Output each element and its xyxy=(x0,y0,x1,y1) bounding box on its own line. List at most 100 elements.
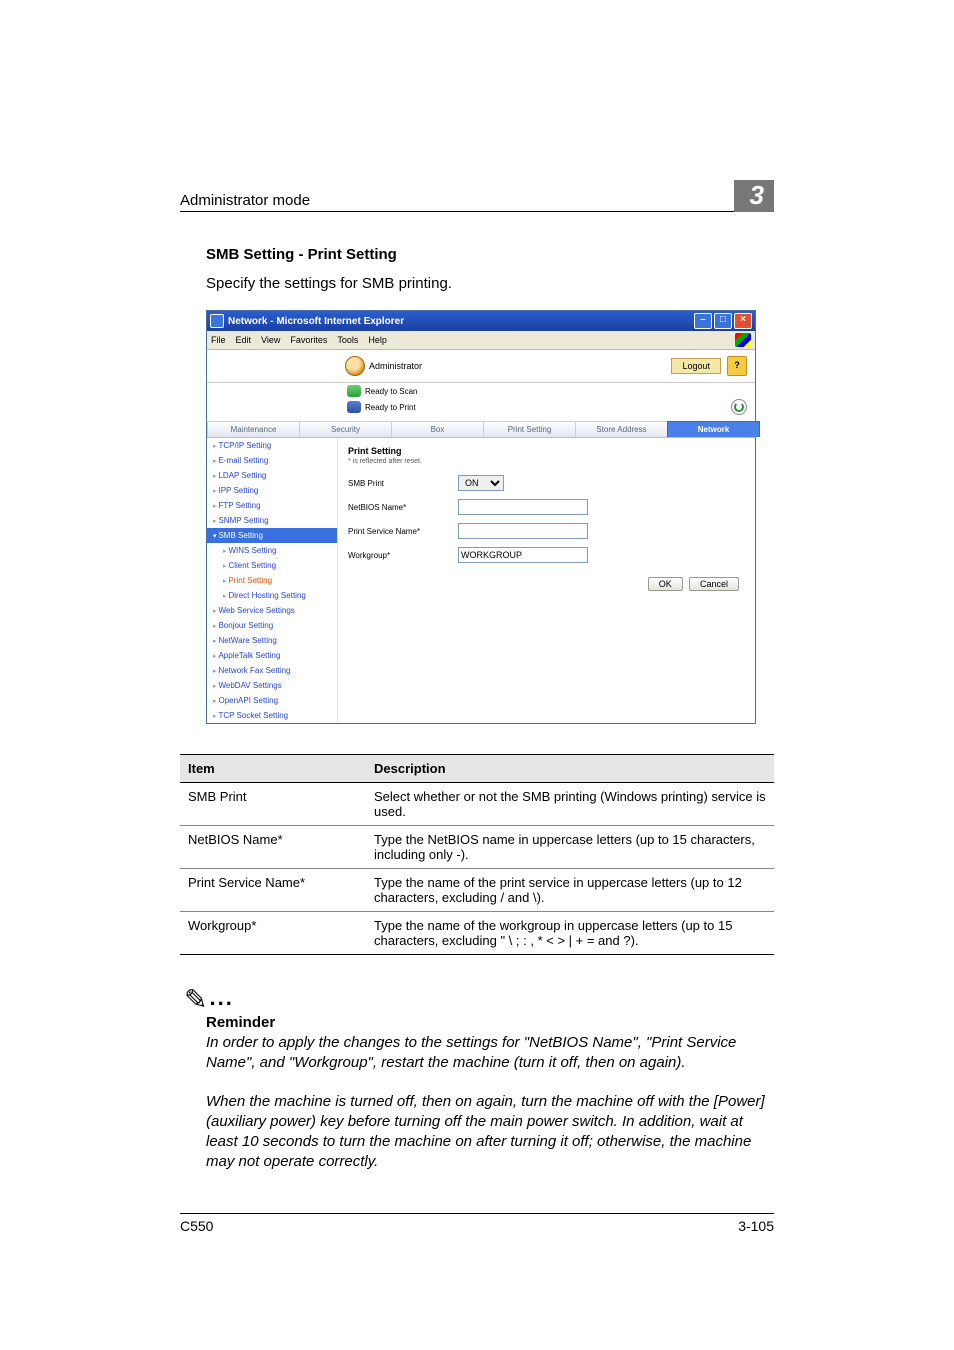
printer-status-icon xyxy=(347,401,361,413)
sidebar-item-netware[interactable]: NetWare Setting xyxy=(207,633,337,648)
chapter-number: 3 xyxy=(734,180,774,212)
th-item: Item xyxy=(180,755,366,783)
menu-edit[interactable]: Edit xyxy=(236,335,252,345)
sidebar-item-webservice[interactable]: Web Service Settings xyxy=(207,603,337,618)
tab-maintenance[interactable]: Maintenance xyxy=(207,421,300,437)
cell-item: SMB Print xyxy=(180,783,366,826)
tab-security[interactable]: Security xyxy=(299,421,392,437)
printer-status-text: Ready to Print xyxy=(365,403,416,412)
ie-window: Network - Microsoft Internet Explorer – … xyxy=(206,310,756,724)
page-header: Administrator mode 3 xyxy=(180,180,774,212)
sidebar-item-openapi[interactable]: OpenAPI Setting xyxy=(207,693,337,708)
tab-bar: Maintenance Security Box Print Setting S… xyxy=(207,421,755,438)
content-note: * is reflected after reset. xyxy=(348,458,745,465)
cell-item: NetBIOS Name* xyxy=(180,826,366,869)
status-scan-row: Ready to Scan xyxy=(207,383,755,399)
sidebar: TCP/IP Setting E-mail Setting LDAP Setti… xyxy=(207,438,338,723)
page-footer: C550 3-105 xyxy=(180,1213,774,1234)
cell-item: Workgroup* xyxy=(180,912,366,955)
header-title: Administrator mode xyxy=(180,192,310,209)
window-close-button[interactable]: × xyxy=(734,313,752,329)
pencil-icon: ✎ xyxy=(184,983,207,1016)
cell-desc: Type the name of the workgroup in upperc… xyxy=(366,912,774,955)
field-smb-print: SMB Print ON xyxy=(348,475,745,491)
sidebar-group-smb[interactable]: SMB Setting xyxy=(207,528,337,543)
reminder-p2: When the machine is turned off, then on … xyxy=(206,1092,774,1173)
menu-favorites[interactable]: Favorites xyxy=(290,335,327,345)
reminder-p1: In order to apply the changes to the set… xyxy=(206,1033,774,1074)
section-title: SMB Setting - Print Setting xyxy=(206,246,774,263)
window-minimize-button[interactable]: – xyxy=(694,313,712,329)
note-marker: ✎... xyxy=(180,979,774,1012)
ie-app-icon xyxy=(210,314,224,328)
ellipsis-icon: ... xyxy=(209,985,233,1010)
menu-tools[interactable]: Tools xyxy=(337,335,358,345)
content-panel: Print Setting * is reflected after reset… xyxy=(338,438,755,723)
ie-menubar: File Edit View Favorites Tools Help xyxy=(207,331,755,350)
sidebar-item-tcpip[interactable]: TCP/IP Setting xyxy=(207,438,337,453)
sidebar-item-email[interactable]: E-mail Setting xyxy=(207,453,337,468)
sidebar-item-networkfax[interactable]: Network Fax Setting xyxy=(207,663,337,678)
window-maximize-button[interactable]: □ xyxy=(714,313,732,329)
cell-desc: Select whether or not the SMB printing (… xyxy=(366,783,774,826)
netbios-label: NetBIOS Name* xyxy=(348,503,458,512)
workgroup-input[interactable] xyxy=(458,547,588,563)
tab-network[interactable]: Network xyxy=(667,421,760,437)
cell-desc: Type the NetBIOS name in uppercase lette… xyxy=(366,826,774,869)
sidebar-item-tcpsocket[interactable]: TCP Socket Setting xyxy=(207,708,337,723)
ie-throbber-icon xyxy=(735,333,751,347)
cell-item: Print Service Name* xyxy=(180,869,366,912)
footer-page: 3-105 xyxy=(738,1218,774,1234)
sidebar-item-snmp[interactable]: SNMP Setting xyxy=(207,513,337,528)
description-table: Item Description SMB Print Select whethe… xyxy=(180,754,774,955)
table-row: NetBIOS Name* Type the NetBIOS name in u… xyxy=(180,826,774,869)
table-row: Print Service Name* Type the name of the… xyxy=(180,869,774,912)
footer-model: C550 xyxy=(180,1218,213,1234)
ie-title: Network - Microsoft Internet Explorer xyxy=(228,316,404,327)
refresh-icon[interactable] xyxy=(731,399,747,415)
smb-print-label: SMB Print xyxy=(348,479,458,488)
cancel-button[interactable]: Cancel xyxy=(689,577,739,591)
menu-file[interactable]: File xyxy=(211,335,226,345)
scanner-status-icon xyxy=(347,385,361,397)
field-printsvc: Print Service Name* xyxy=(348,523,745,539)
sidebar-sub-client[interactable]: Client Setting xyxy=(207,558,337,573)
printsvc-label: Print Service Name* xyxy=(348,527,458,536)
sidebar-item-ldap[interactable]: LDAP Setting xyxy=(207,468,337,483)
section-intro: Specify the settings for SMB printing. xyxy=(206,275,774,292)
field-workgroup: Workgroup* xyxy=(348,547,745,563)
th-desc: Description xyxy=(366,755,774,783)
reminder-heading: Reminder xyxy=(206,1014,774,1031)
sidebar-item-ipp[interactable]: IPP Setting xyxy=(207,483,337,498)
table-row: SMB Print Select whether or not the SMB … xyxy=(180,783,774,826)
sidebar-sub-print[interactable]: Print Setting xyxy=(207,573,337,588)
tab-store-address[interactable]: Store Address xyxy=(575,421,668,437)
ie-titlebar: Network - Microsoft Internet Explorer – … xyxy=(207,311,755,331)
menu-help[interactable]: Help xyxy=(368,335,387,345)
sidebar-item-ftp[interactable]: FTP Setting xyxy=(207,498,337,513)
logout-button[interactable]: Logout xyxy=(671,358,721,374)
sidebar-sub-directhosting[interactable]: Direct Hosting Setting xyxy=(207,588,337,603)
cell-desc: Type the name of the print service in up… xyxy=(366,869,774,912)
tab-box[interactable]: Box xyxy=(391,421,484,437)
sidebar-item-appletalk[interactable]: AppleTalk Setting xyxy=(207,648,337,663)
status-print-row: Ready to Print xyxy=(207,399,755,421)
admin-label: Administrator xyxy=(369,361,422,371)
sidebar-item-bonjour[interactable]: Bonjour Setting xyxy=(207,618,337,633)
table-row: Workgroup* Type the name of the workgrou… xyxy=(180,912,774,955)
ok-button[interactable]: OK xyxy=(648,577,683,591)
smb-print-select[interactable]: ON xyxy=(458,475,504,491)
field-netbios: NetBIOS Name* xyxy=(348,499,745,515)
scanner-status-text: Ready to Scan xyxy=(365,387,417,396)
sidebar-item-webdav[interactable]: WebDAV Settings xyxy=(207,678,337,693)
menu-view[interactable]: View xyxy=(261,335,280,345)
workgroup-label: Workgroup* xyxy=(348,551,458,560)
tab-print-setting[interactable]: Print Setting xyxy=(483,421,576,437)
printsvc-input[interactable] xyxy=(458,523,588,539)
sidebar-sub-wins[interactable]: WINS Setting xyxy=(207,543,337,558)
app-top-row: Administrator Logout ? xyxy=(207,350,755,383)
content-heading: Print Setting xyxy=(348,446,745,456)
help-icon[interactable]: ? xyxy=(727,356,747,376)
netbios-input[interactable] xyxy=(458,499,588,515)
admin-avatar-icon xyxy=(345,356,365,376)
